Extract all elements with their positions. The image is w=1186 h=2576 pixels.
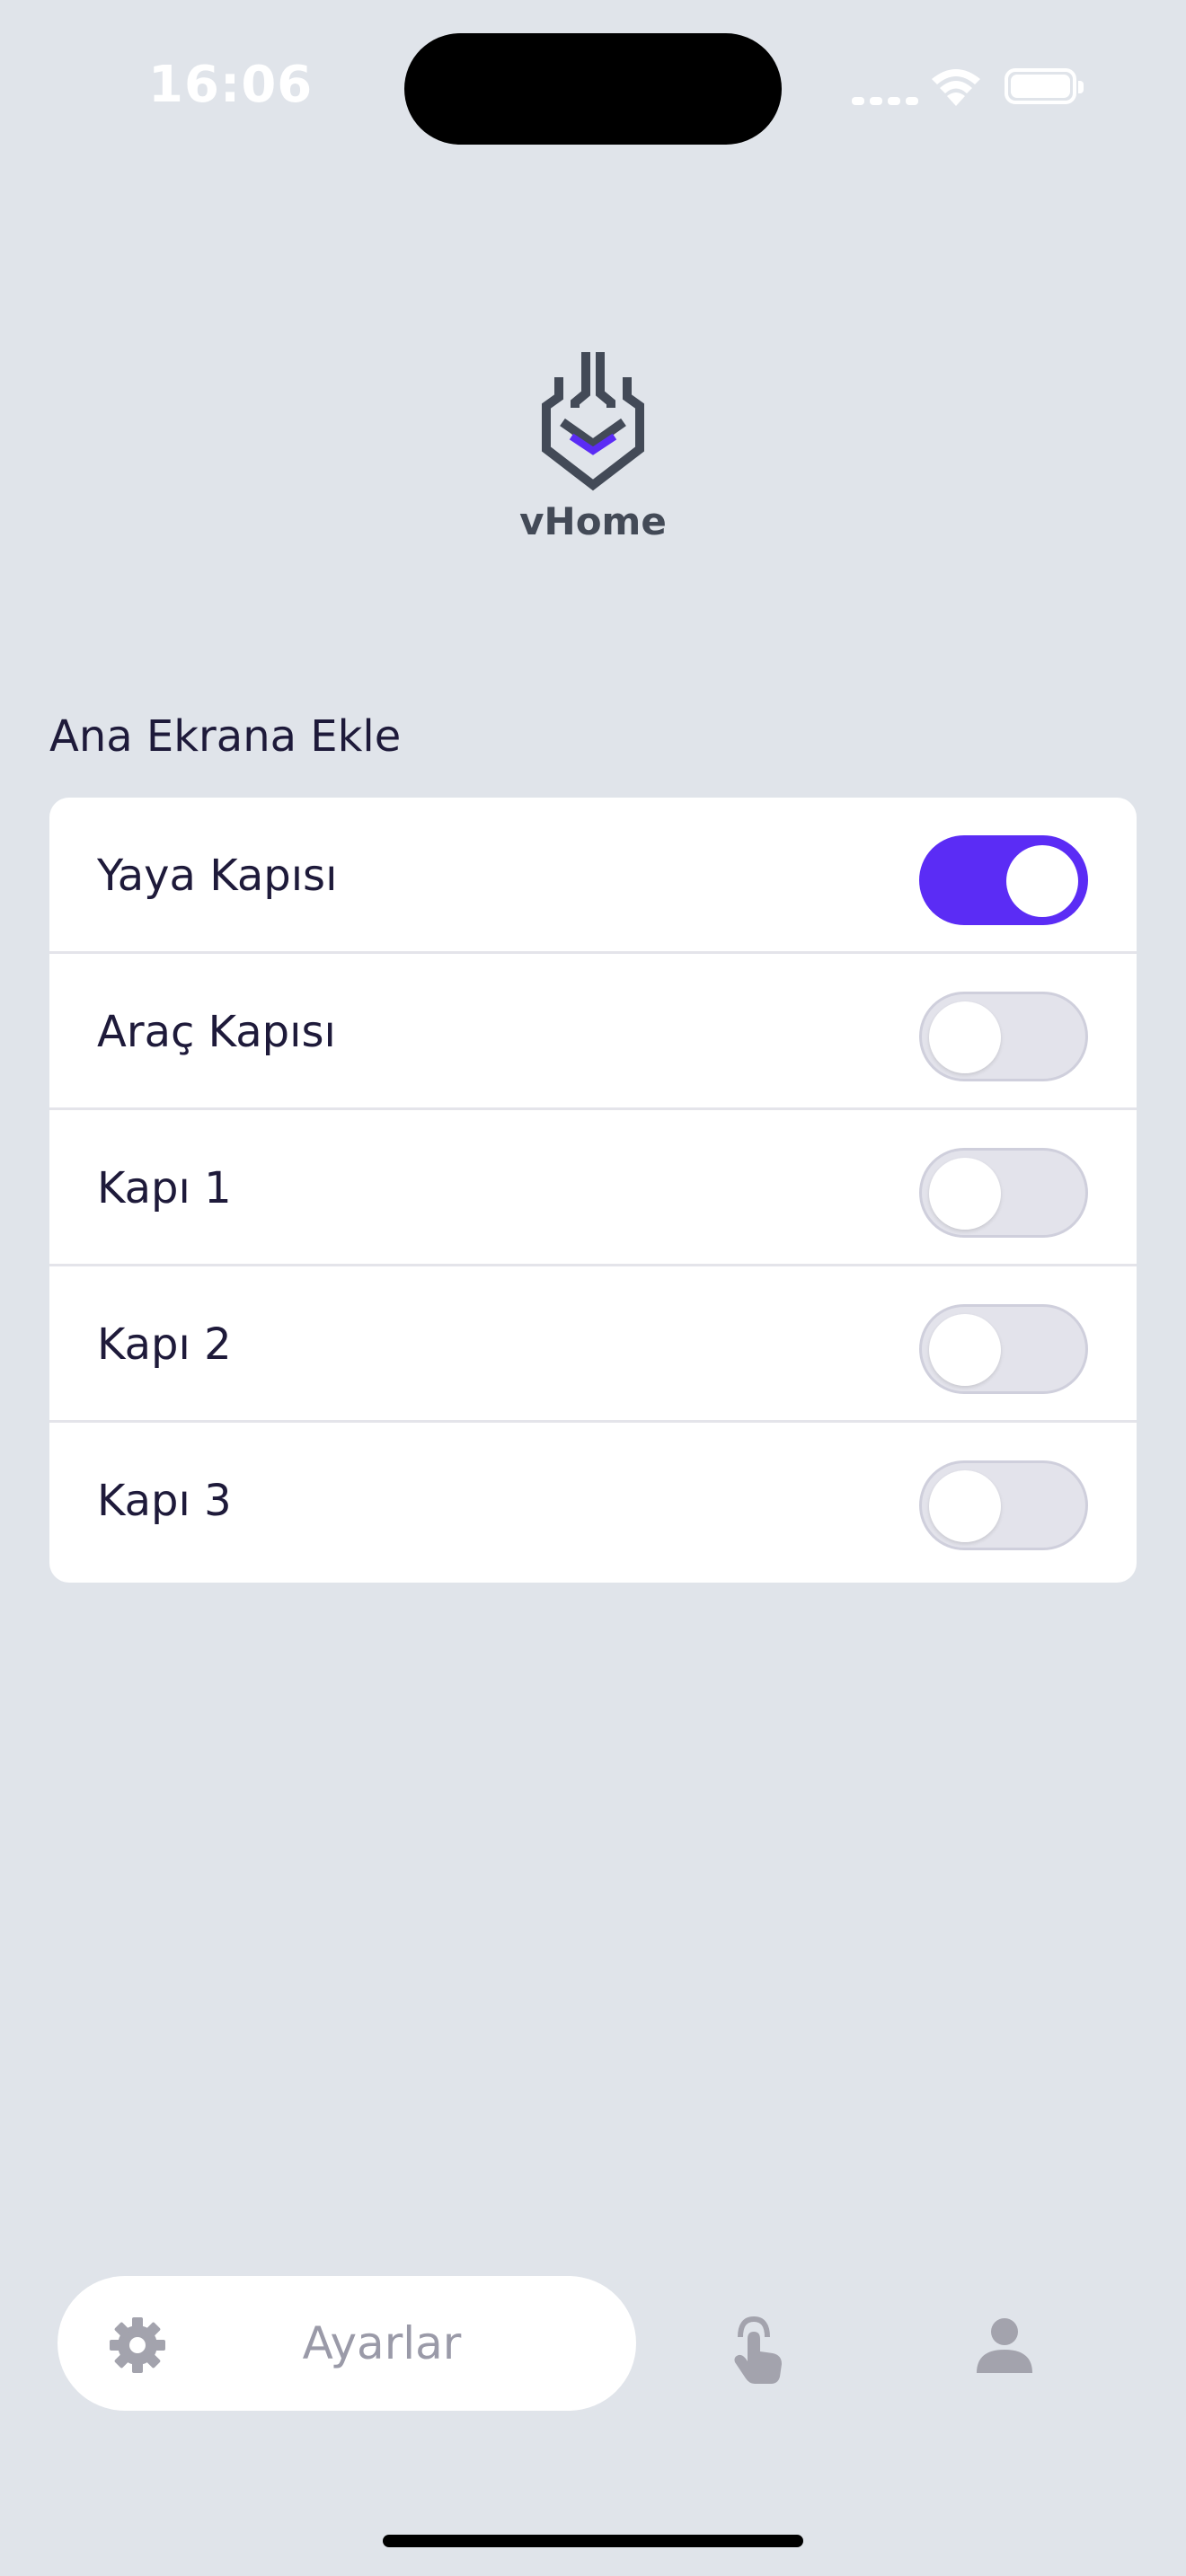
section-title: Ana Ekrana Ekle xyxy=(49,711,402,762)
logo-text: vHome xyxy=(519,499,667,543)
toggle-row: Yaya Kapısı xyxy=(49,798,1137,954)
toggle-switch[interactable] xyxy=(919,1460,1088,1550)
toggle-knob xyxy=(929,1314,1001,1386)
person-icon[interactable] xyxy=(975,2316,1034,2375)
tab-settings-label: Ayarlar xyxy=(302,2317,462,2369)
toggle-row: Kapı 1 xyxy=(49,1110,1137,1266)
toggle-knob xyxy=(1006,845,1078,917)
gear-icon xyxy=(110,2317,165,2373)
status-time: 16:06 xyxy=(148,56,314,114)
toggle-knob xyxy=(929,1001,1001,1073)
toggle-label: Yaya Kapısı xyxy=(97,851,338,901)
toggle-row: Kapı 2 xyxy=(49,1266,1137,1423)
toggle-switch[interactable] xyxy=(919,1304,1088,1394)
battery-icon xyxy=(1005,68,1084,104)
toggle-label: Kapı 2 xyxy=(97,1319,232,1370)
toggle-label: Araç Kapısı xyxy=(97,1007,336,1057)
toggle-switch[interactable] xyxy=(919,992,1088,1081)
toggle-switch[interactable] xyxy=(919,835,1088,925)
toggle-label: Kapı 3 xyxy=(97,1476,232,1526)
toggle-row: Araç Kapısı xyxy=(49,954,1137,1110)
toggle-list-card: Yaya Kapısı Araç Kapısı Kapı 1 Kapı 2 Ka… xyxy=(49,798,1137,1583)
toggle-label: Kapı 1 xyxy=(97,1163,232,1213)
toggle-knob xyxy=(929,1470,1001,1542)
toggle-switch[interactable] xyxy=(919,1148,1088,1238)
wifi-icon xyxy=(932,69,980,106)
home-indicator xyxy=(383,2535,803,2547)
toggle-row: Kapı 3 xyxy=(49,1423,1137,1579)
dynamic-island xyxy=(404,33,782,145)
vhome-logo-icon xyxy=(542,352,644,491)
touch-hand-icon[interactable] xyxy=(728,2312,791,2384)
toggle-knob xyxy=(929,1158,1001,1230)
